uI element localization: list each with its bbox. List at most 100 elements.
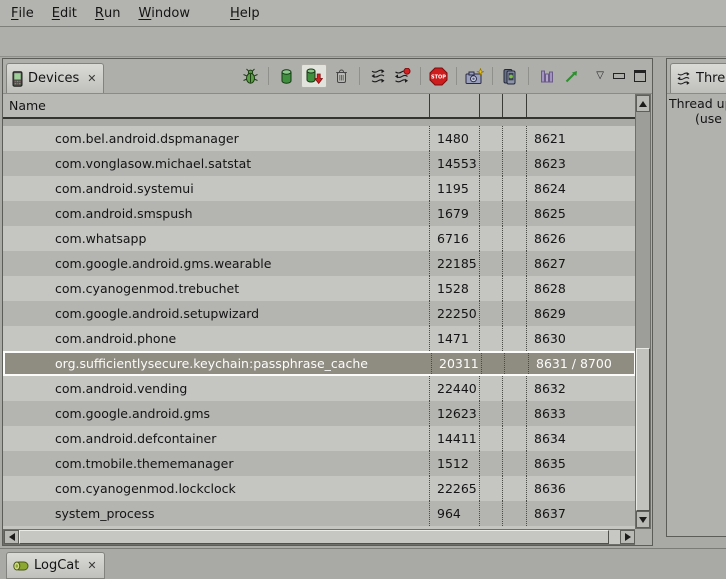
column-header-pid[interactable]	[429, 94, 479, 117]
cell-heap	[479, 151, 502, 176]
gc-trash-icon[interactable]	[331, 65, 352, 87]
scroll-left-icon[interactable]	[4, 530, 19, 544]
menu-help[interactable]: Help	[221, 0, 269, 26]
table-row[interactable]: com.android.vending224408632	[3, 376, 636, 401]
table-row[interactable]: com.android.systemui11958624	[3, 176, 636, 201]
menu-run[interactable]: Run	[86, 0, 130, 26]
table-row[interactable]: com.vonglasow.michael.satstat145538623	[3, 151, 636, 176]
cell-name: com.android.systemui	[3, 176, 429, 201]
horizontal-scrollbar-thumb[interactable]	[19, 530, 609, 544]
logcat-icon	[12, 559, 29, 573]
devices-view: Devices ✕	[2, 58, 653, 546]
close-icon[interactable]: ✕	[87, 72, 96, 85]
cell-heap	[479, 251, 502, 276]
view-window-controls: ▽	[596, 70, 646, 82]
update-threads-icon[interactable]	[367, 65, 388, 87]
column-header-threads[interactable]	[502, 94, 526, 117]
horizontal-scrollbar[interactable]	[3, 529, 636, 545]
table-row[interactable]: com.cyanogenmod.lockclock222658636	[3, 476, 636, 501]
cell-name: com.bel.android.dspmanager	[3, 126, 429, 151]
threads-tabbar: Threads	[667, 59, 726, 94]
cell-threads	[502, 126, 526, 151]
menu-help-label: H	[230, 6, 240, 21]
screen-capture-icon[interactable]	[464, 65, 485, 87]
dump-hprof-icon[interactable]	[301, 64, 327, 88]
minimize-icon[interactable]	[613, 73, 625, 79]
toolbar-separator	[528, 67, 529, 85]
table-header: Name	[3, 94, 636, 119]
maximize-icon[interactable]	[634, 70, 646, 82]
cell-name: org.sufficientlysecure.keychain:passphra…	[5, 353, 431, 374]
threads-view: Threads Thread updates not enabled for s…	[666, 58, 726, 537]
menu-file[interactable]: File	[2, 0, 43, 26]
cell-port: 8632	[526, 376, 636, 401]
table-row[interactable]: com.android.phone14718630	[3, 326, 636, 351]
cell-port: 8626	[526, 226, 636, 251]
cell-heap	[479, 476, 502, 501]
table-row[interactable]: com.google.android.gms.wearable221858627	[3, 251, 636, 276]
profiling-bars-icon[interactable]	[536, 65, 557, 87]
debug-attach-icon[interactable]	[240, 65, 261, 87]
table-row-selected[interactable]: org.sufficientlysecure.keychain:passphra…	[3, 351, 636, 376]
cell-threads	[502, 476, 526, 501]
table-row[interactable]: com.bel.android.dspmanager14808621	[3, 126, 636, 151]
stop-process-icon[interactable]: STOP	[428, 65, 449, 87]
table-row[interactable]: com.android.defcontainer144118634	[3, 426, 636, 451]
cell-threads	[502, 401, 526, 426]
panel-splitter[interactable]	[653, 58, 666, 546]
cell-heap	[479, 376, 502, 401]
menu-window[interactable]: Window	[129, 0, 199, 26]
table-row[interactable]: com.whatsapp67168626	[3, 226, 636, 251]
toolbar-separator	[420, 67, 421, 85]
scroll-right-icon[interactable]	[620, 530, 635, 544]
column-header-port[interactable]	[526, 94, 636, 117]
tab-threads[interactable]: Threads	[670, 63, 726, 93]
view-hierarchy-icon[interactable]	[500, 65, 521, 87]
tab-logcat[interactable]: LogCat ✕	[6, 552, 105, 579]
heap-icon[interactable]	[276, 65, 297, 87]
cell-port: 8635	[526, 451, 636, 476]
scroll-up-icon[interactable]	[636, 95, 650, 112]
view-menu-icon[interactable]: ▽	[596, 71, 604, 81]
cell-pid: 1679	[429, 201, 479, 226]
table-row[interactable]: com.google.android.gms126238633	[3, 401, 636, 426]
threads-content: Thread updates not enabled for selected …	[667, 94, 726, 536]
table-row[interactable]: system_process9648637	[3, 501, 636, 526]
method-profiling-icon[interactable]	[392, 65, 413, 87]
table-row[interactable]: com.cyanogenmod.trebuchet15288628	[3, 276, 636, 301]
table-row[interactable]: com.android.smspush16798625	[3, 201, 636, 226]
cell-port: 8630	[526, 326, 636, 351]
eclipse-ddms-window: { "menu": { "items": [ {"mnemonic": "F",…	[0, 0, 726, 577]
menu-file-label: F	[11, 6, 18, 21]
vertical-scrollbar-thumb[interactable]	[636, 348, 650, 511]
threads-icon	[676, 71, 691, 86]
cell-heap	[479, 276, 502, 301]
menu-window-label: W	[138, 6, 151, 21]
vertical-scrollbar[interactable]	[635, 94, 651, 529]
cell-threads	[502, 376, 526, 401]
table-row[interactable]: com.tmobile.thememanager15128635	[3, 451, 636, 476]
threads-message-line1: Thread updates not enabled for selected …	[669, 96, 726, 111]
cell-threads	[502, 251, 526, 276]
cell-pid: 6716	[429, 226, 479, 251]
close-icon[interactable]: ✕	[87, 559, 96, 572]
menu-edit[interactable]: Edit	[43, 0, 86, 26]
tab-devices[interactable]: Devices ✕	[6, 63, 104, 93]
cell-pid: 14411	[429, 426, 479, 451]
cell-port: 8629	[526, 301, 636, 326]
table-row-partial[interactable]	[3, 119, 636, 126]
column-header-heap[interactable]	[479, 94, 502, 117]
table-row[interactable]: com.google.android.setupwizard222508629	[3, 301, 636, 326]
scroll-down-icon[interactable]	[636, 511, 650, 528]
cell-port: 8623	[526, 151, 636, 176]
column-header-name[interactable]: Name	[3, 94, 429, 117]
cell-threads	[502, 226, 526, 251]
cell-heap	[479, 426, 502, 451]
cell-threads	[502, 201, 526, 226]
cell-threads	[502, 176, 526, 201]
menu-bar: File Edit Run Window Help	[0, 0, 726, 27]
cell-threads	[502, 326, 526, 351]
cell-heap	[481, 353, 504, 374]
tracer-arrow-icon[interactable]	[561, 65, 582, 87]
menu-edit-label: E	[52, 6, 60, 21]
